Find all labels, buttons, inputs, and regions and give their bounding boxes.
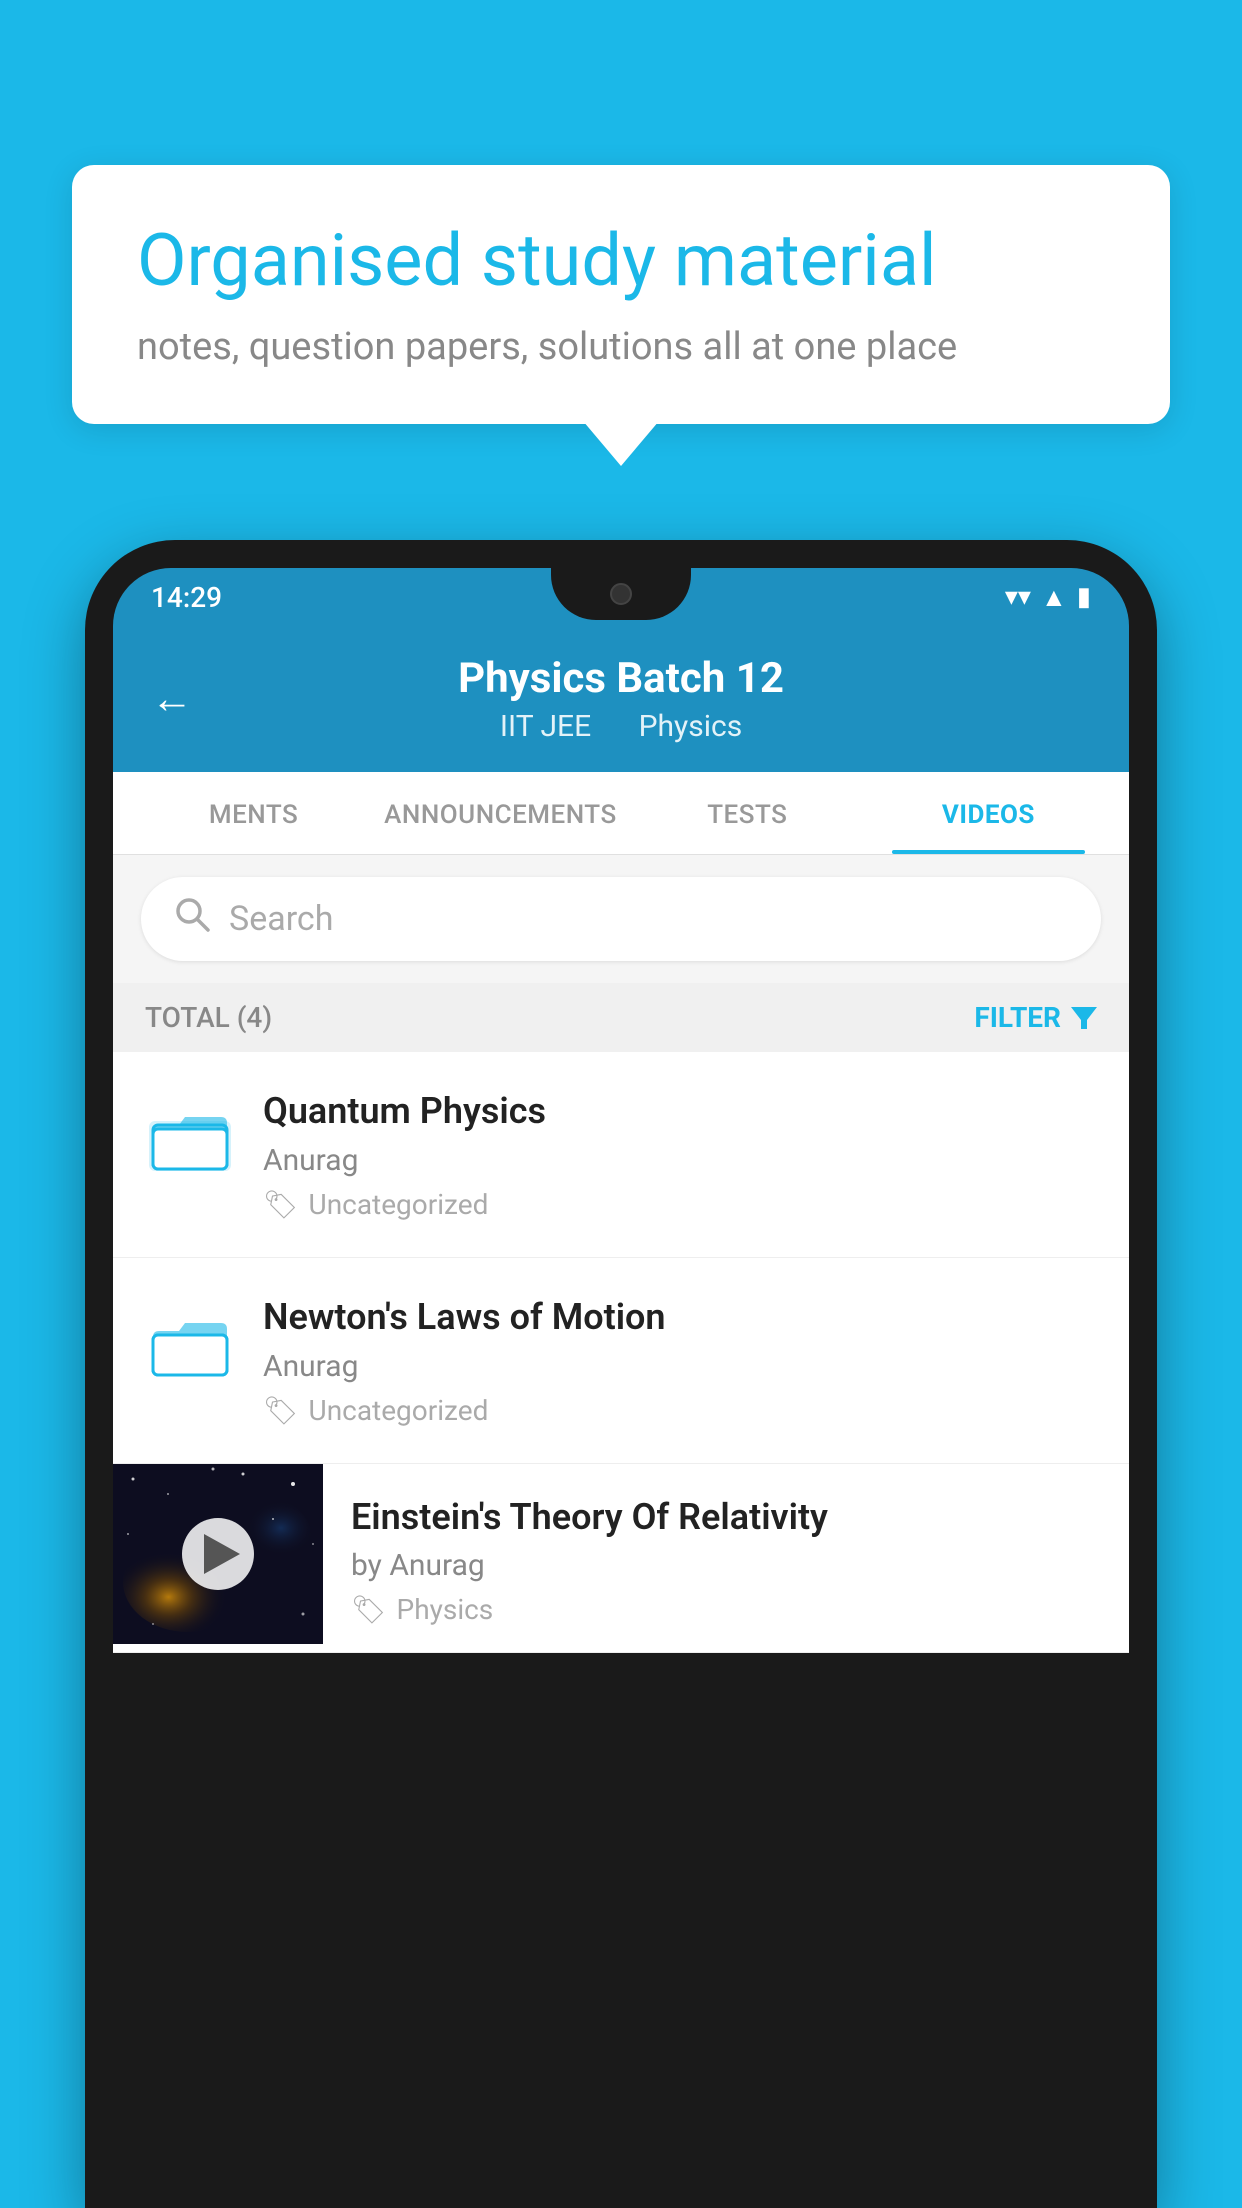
tab-announcements[interactable]: ANNOUNCEMENTS (374, 772, 627, 854)
total-count: TOTAL (4) (145, 1001, 272, 1034)
item-tag: 🏷 Physics (351, 1593, 1101, 1626)
header-subtitle-part1: IIT JEE (500, 709, 591, 744)
app-header: ← Physics Batch 12 IIT JEE Physics (113, 626, 1129, 772)
list-item[interactable]: Einstein's Theory Of Relativity by Anura… (113, 1464, 1129, 1654)
search-container: Search (113, 855, 1129, 983)
item-tag: 🏷 Uncategorized (263, 1188, 1097, 1221)
play-icon (204, 1534, 240, 1574)
tabs-bar: MENTS ANNOUNCEMENTS TESTS VIDEOS (113, 772, 1129, 855)
item-author: Anurag (263, 1143, 1097, 1178)
bubble-subtitle: notes, question papers, solutions all at… (137, 325, 1105, 369)
item-tag: 🏷 Uncategorized (263, 1394, 1097, 1427)
back-button[interactable]: ← (151, 675, 193, 724)
status-bar: 14:29 ▾▾ ▲ ▮ (113, 568, 1129, 626)
phone-screen: ← Physics Batch 12 IIT JEE Physics MENTS… (113, 626, 1129, 1653)
speech-bubble: Organised study material notes, question… (72, 165, 1170, 424)
search-placeholder: Search (229, 899, 333, 939)
item-title: Quantum Physics (263, 1088, 1097, 1135)
filter-bar: TOTAL (4) FILTER (113, 983, 1129, 1052)
bubble-title: Organised study material (137, 220, 1105, 303)
search-bar[interactable]: Search (141, 877, 1101, 961)
item-author: Anurag (263, 1349, 1097, 1384)
item-content: Quantum Physics Anurag 🏷 Uncategorized (263, 1088, 1097, 1221)
tab-videos[interactable]: VIDEOS (868, 772, 1109, 854)
tab-tests[interactable]: TESTS (627, 772, 868, 854)
folder-icon (145, 1094, 235, 1184)
item-title: Einstein's Theory Of Relativity (351, 1494, 1101, 1541)
tab-ments[interactable]: MENTS (133, 772, 374, 854)
filter-button[interactable]: FILTER (974, 1001, 1097, 1034)
tag-icon: 🏷 (263, 1188, 299, 1221)
item-title: Newton's Laws of Motion (263, 1294, 1097, 1341)
camera (610, 583, 632, 605)
list-item[interactable]: Newton's Laws of Motion Anurag 🏷 Uncateg… (113, 1258, 1129, 1464)
phone-frame: 14:29 ▾▾ ▲ ▮ ← Physics Batch 12 IIT JEE … (85, 540, 1157, 2208)
search-icon (173, 895, 211, 943)
signal-icon: ▲ (1041, 582, 1067, 613)
tag-icon: 🏷 (263, 1394, 299, 1427)
battery-icon: ▮ (1077, 582, 1091, 612)
status-icons: ▾▾ ▲ ▮ (1005, 582, 1091, 613)
list-item[interactable]: Quantum Physics Anurag 🏷 Uncategorized (113, 1052, 1129, 1258)
video-list: Quantum Physics Anurag 🏷 Uncategorized (113, 1052, 1129, 1653)
video-thumbnail (113, 1464, 323, 1644)
item-content: Newton's Laws of Motion Anurag 🏷 Uncateg… (263, 1294, 1097, 1427)
folder-icon (145, 1300, 235, 1390)
header-subtitle: IIT JEE Physics (153, 709, 1089, 744)
wifi-icon: ▾▾ (1005, 582, 1031, 612)
play-button[interactable] (182, 1518, 254, 1590)
item-author: by Anurag (351, 1548, 1101, 1583)
status-time: 14:29 (151, 581, 222, 614)
tag-icon: 🏷 (351, 1593, 387, 1626)
item-content: Einstein's Theory Of Relativity by Anura… (323, 1464, 1129, 1653)
header-subtitle-part2: Physics (639, 709, 743, 744)
header-title: Physics Batch 12 (153, 654, 1089, 703)
notch (551, 568, 691, 620)
